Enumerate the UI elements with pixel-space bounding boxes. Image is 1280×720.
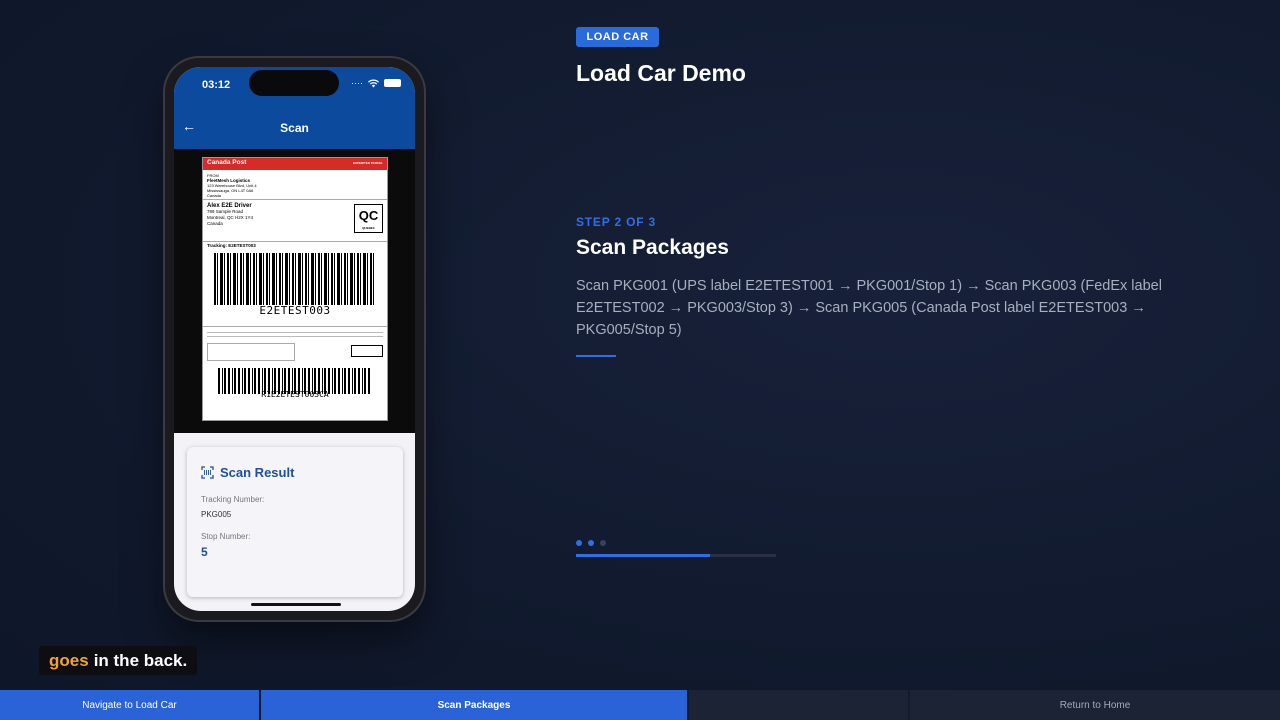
bottom-step-nav: Navigate to Load Car Scan Packages Retur… [0, 690, 1280, 720]
phone-mockup: 03:12 ···· ← Scan Canada Post EXPEDITED … [165, 58, 424, 620]
label-tracking: Tracking: E2ETEST003 [207, 243, 256, 248]
province-code-text: QC [358, 208, 379, 223]
caption-highlight: goes [49, 650, 89, 670]
home-indicator [251, 603, 341, 606]
label-info [203, 326, 387, 364]
step-dot-1 [576, 540, 582, 546]
battery-icon [384, 79, 401, 87]
step-dots [576, 540, 606, 546]
page-title: Load Car Demo [576, 60, 746, 86]
step-dot-2 [588, 540, 594, 546]
phone-screen: 03:12 ···· ← Scan Canada Post EXPEDITED … [174, 67, 415, 611]
scan-result-title: Scan Result [220, 465, 295, 480]
status-time: 03:12 [202, 79, 231, 91]
label-to: Alex E2E Driver 789 Sample Road Montreal… [203, 200, 387, 242]
barcode-graphic [214, 253, 376, 305]
signal-icon: ···· [351, 78, 363, 88]
label-carrier: Canada Post [207, 159, 247, 166]
accent-divider [576, 355, 616, 357]
delivery-instructions-box [207, 343, 295, 361]
status-bar: 03:12 ···· [174, 67, 415, 107]
nav-bar: ← Scan [174, 107, 415, 149]
barcode-text: E2ETEST003 [259, 304, 331, 317]
label-ref-box [351, 345, 383, 357]
label-line [207, 336, 383, 337]
label-from-addr3: Canada [207, 193, 222, 198]
nav-title: Scan [280, 121, 309, 135]
caption-text: in the back. [93, 650, 188, 670]
nav-step-empty[interactable] [689, 690, 910, 720]
step-indicator: STEP 2 OF 3 [576, 215, 656, 229]
section-badge: LOAD CAR [576, 27, 659, 47]
nav-step-navigate[interactable]: Navigate to Load Car [0, 690, 261, 720]
nav-step-scan[interactable]: Scan Packages [261, 690, 689, 720]
label-from: FROM FleetMesh Logistics 123 Warehouse B… [203, 170, 387, 200]
scan-icon [201, 466, 214, 479]
camera-view: Canada Post EXPEDITED PARCEL FROM FleetM… [174, 149, 415, 433]
back-arrow-icon[interactable]: ← [182, 118, 196, 134]
label-service: EXPEDITED PARCEL [353, 161, 383, 165]
label-header: Canada Post EXPEDITED PARCEL [203, 158, 387, 170]
shipping-label: Canada Post EXPEDITED PARCEL FROM FleetM… [202, 157, 388, 421]
progress-bar [576, 554, 776, 557]
province-code: QC QUEBEC [354, 204, 383, 233]
tracking-number-value: PKG005 [201, 510, 232, 519]
barcode-secondary-text: R1E2ETEST003CA [261, 390, 329, 399]
step-dot-3 [600, 540, 606, 546]
stop-number-label: Stop Number: [201, 532, 251, 541]
subtitle-caption: goes in the back. [39, 646, 198, 675]
scan-result-card: Scan Result Tracking Number: PKG005 Stop… [187, 447, 403, 597]
province-name: QUEBEC [362, 226, 375, 230]
nav-return-home[interactable]: Return to Home [910, 690, 1280, 720]
scan-result-header: Scan Result [201, 465, 294, 480]
step-title: Scan Packages [576, 236, 729, 259]
wifi-icon [368, 79, 379, 87]
step-description: Scan PKG001 (UPS label E2ETEST001 → PKG0… [576, 278, 1162, 338]
tracking-number-label: Tracking Number: [201, 495, 265, 504]
progress-fill [576, 554, 710, 557]
dynamic-island [249, 70, 339, 96]
stop-number-value: 5 [201, 545, 208, 559]
label-line [207, 332, 383, 333]
status-icons: ···· [351, 78, 401, 88]
